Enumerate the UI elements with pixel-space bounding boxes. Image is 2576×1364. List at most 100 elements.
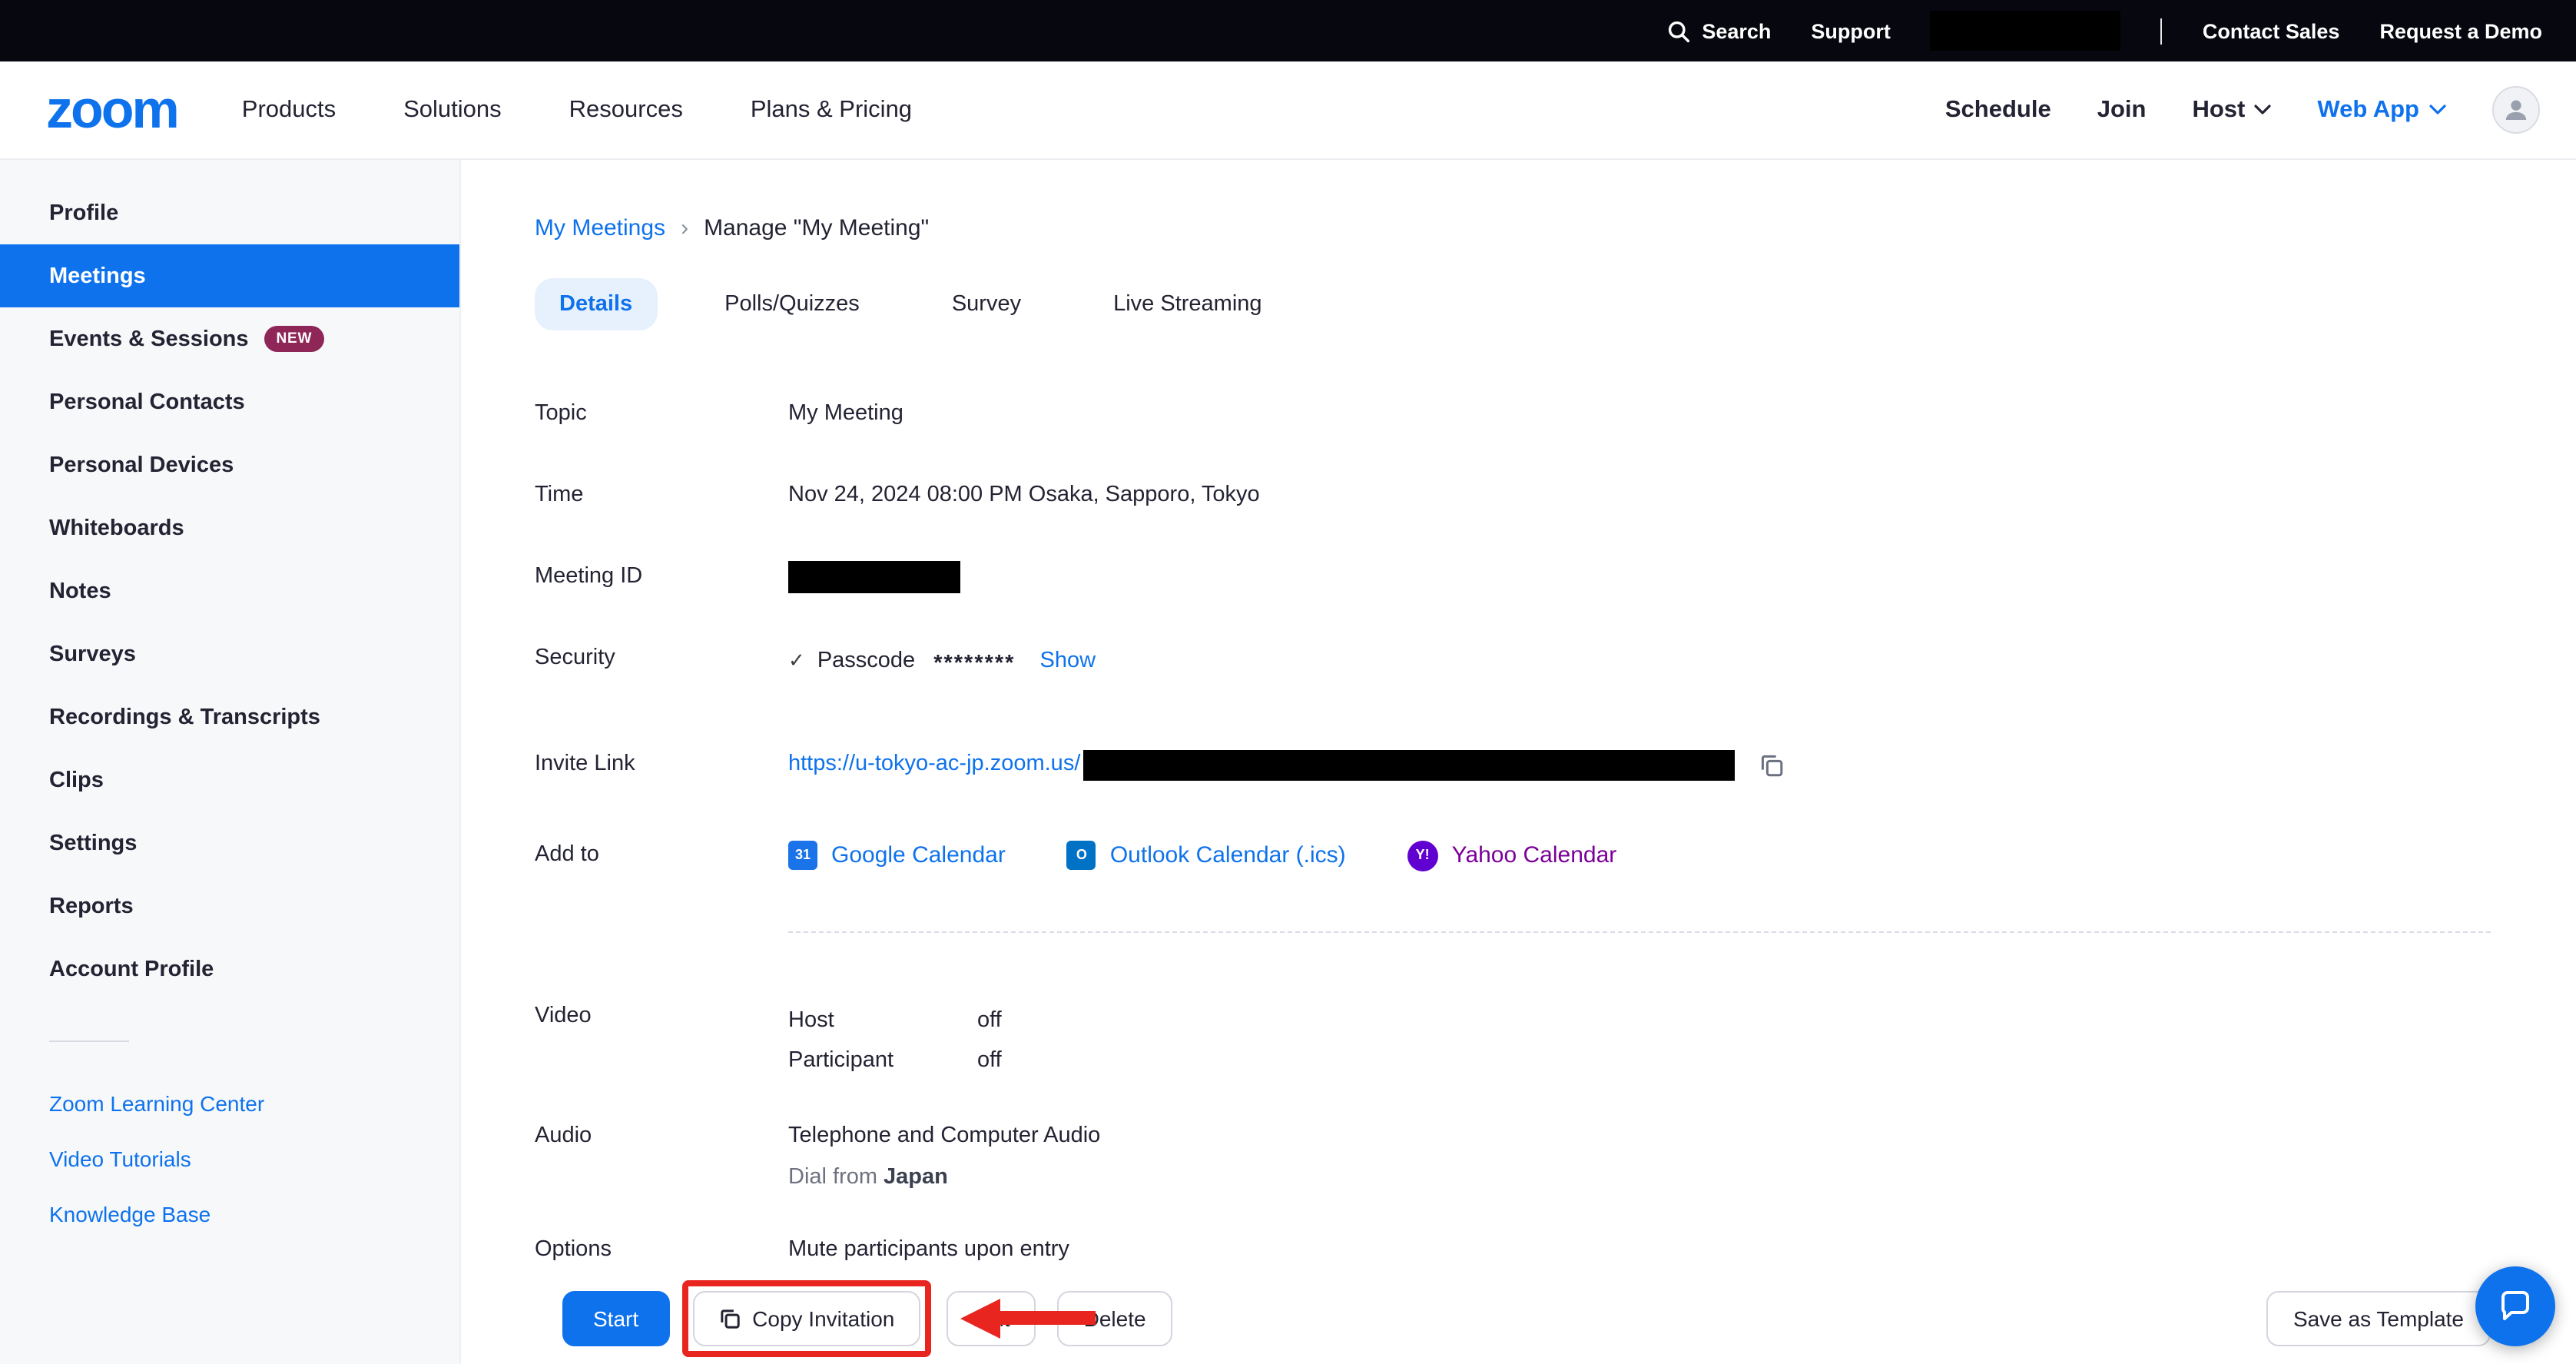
dial-from-label: Dial from: [788, 1165, 877, 1190]
page: Search Support Contact Sales Request a D…: [0, 0, 2576, 1364]
sidebar-item-label: Notes: [49, 579, 111, 603]
tab-details[interactable]: Details: [535, 278, 657, 330]
dial-from-country: Japan: [884, 1165, 948, 1190]
time-label: Time: [535, 480, 788, 512]
main-content: My Meetings › Manage "My Meeting" Detail…: [461, 160, 2576, 1364]
request-demo-link[interactable]: Request a Demo: [2379, 19, 2542, 42]
copy-invite-link-icon[interactable]: [1759, 752, 1784, 777]
options-value: Mute participants upon entry: [788, 1234, 1069, 1266]
audio-label: Audio: [535, 1120, 788, 1153]
sidebar-link-video-tutorials[interactable]: Video Tutorials: [0, 1131, 459, 1186]
user-icon: [2501, 95, 2530, 124]
search-label: Search: [1702, 19, 1771, 42]
tab-live-streaming[interactable]: Live Streaming: [1089, 278, 1286, 330]
yahoo-calendar-link[interactable]: Y! Yahoo Calendar: [1407, 839, 1617, 873]
sidebar-item-whiteboards[interactable]: Whiteboards: [0, 496, 459, 559]
sidebar-item-personal-contacts[interactable]: Personal Contacts: [0, 370, 459, 433]
video-host-label: Host: [788, 1001, 977, 1040]
video-host-value: off: [977, 1001, 1002, 1040]
host-menu[interactable]: Host: [2192, 96, 2271, 124]
sidebar-item-label: Settings: [49, 831, 137, 855]
topic-value: My Meeting: [788, 398, 903, 430]
avatar[interactable]: [2491, 86, 2539, 134]
sidebar-link-knowledge-base[interactable]: Knowledge Base: [0, 1186, 459, 1242]
show-passcode-link[interactable]: Show: [1040, 645, 1096, 678]
action-bar: Start Copy Invitation Edit Delete Save a…: [461, 1272, 2576, 1364]
sidebar-item-label: Account Profile: [49, 957, 214, 981]
topic-label: Topic: [535, 398, 788, 430]
support-link[interactable]: Support: [1811, 19, 1891, 42]
google-calendar-icon: 31: [788, 841, 817, 871]
check-icon: ✓: [788, 647, 805, 676]
copy-invitation-button[interactable]: Copy Invitation: [692, 1290, 920, 1346]
schedule-link[interactable]: Schedule: [1945, 96, 2051, 124]
sidebar-item-surveys[interactable]: Surveys: [0, 622, 459, 685]
sidebar-item-notes[interactable]: Notes: [0, 559, 459, 622]
nav-products[interactable]: Products: [242, 96, 336, 124]
breadcrumb-my-meetings[interactable]: My Meetings: [535, 215, 665, 241]
nav-plans-pricing[interactable]: Plans & Pricing: [751, 96, 912, 124]
sidebar: Profile Meetings Events & Sessions NEW P…: [0, 160, 461, 1364]
meeting-id-label: Meeting ID: [535, 561, 788, 593]
sidebar-item-account-profile[interactable]: Account Profile: [0, 938, 459, 1001]
start-button[interactable]: Start: [562, 1290, 669, 1346]
sidebar-item-recordings-transcripts[interactable]: Recordings & Transcripts: [0, 685, 459, 748]
sidebar-item-meetings[interactable]: Meetings: [0, 244, 459, 307]
top-utility-bar: Search Support Contact Sales Request a D…: [0, 0, 2576, 61]
nav-resources[interactable]: Resources: [569, 96, 683, 124]
chat-bubble-icon: [2496, 1287, 2533, 1324]
sidebar-item-label: Surveys: [49, 642, 136, 666]
sidebar-item-personal-devices[interactable]: Personal Devices: [0, 433, 459, 496]
contact-sales-link[interactable]: Contact Sales: [2203, 19, 2340, 42]
meeting-id-row: Meeting ID: [535, 561, 2490, 593]
outlook-calendar-link[interactable]: O Outlook Calendar (.ics): [1067, 839, 1346, 873]
google-calendar-link[interactable]: 31 Google Calendar: [788, 839, 1006, 873]
arrow-shaft: [1000, 1311, 1096, 1325]
invite-url[interactable]: https://u-tokyo-ac-jp.zoom.us/: [788, 748, 1080, 781]
sidebar-item-label: Personal Contacts: [49, 390, 245, 414]
web-app-menu[interactable]: Web App: [2317, 96, 2445, 124]
sidebar-item-label: Personal Devices: [49, 453, 234, 477]
meeting-details: Topic My Meeting Time Nov 24, 2024 08:00…: [535, 398, 2490, 1266]
audio-row: Audio Telephone and Computer Audio Dial …: [535, 1120, 2490, 1194]
passcode-mask: ********: [933, 642, 1015, 681]
sidebar-item-events-sessions[interactable]: Events & Sessions NEW: [0, 307, 459, 370]
outlook-calendar-icon: O: [1067, 841, 1096, 871]
yahoo-calendar-icon: Y!: [1407, 841, 1438, 871]
zoom-logo[interactable]: zoom: [46, 83, 177, 137]
passcode-label: Passcode: [817, 645, 915, 678]
main-nav: Products Solutions Resources Plans & Pri…: [242, 96, 912, 124]
invite-link-label: Invite Link: [535, 748, 788, 781]
sidebar-item-clips[interactable]: Clips: [0, 748, 459, 811]
tab-survey[interactable]: Survey: [927, 278, 1046, 330]
tab-bar: Details Polls/Quizzes Survey Live Stream…: [535, 278, 2490, 330]
time-value: Nov 24, 2024 08:00 PM Osaka, Sapporo, To…: [788, 480, 1260, 512]
sidebar-item-label: Whiteboards: [49, 516, 184, 540]
annotation-arrow: [960, 1298, 1096, 1338]
web-app-label: Web App: [2317, 96, 2419, 124]
chat-fab-button[interactable]: [2475, 1266, 2554, 1346]
sidebar-item-settings[interactable]: Settings: [0, 811, 459, 874]
sidebar-item-profile[interactable]: Profile: [0, 181, 459, 244]
header-actions: Schedule Join Host Web App: [1945, 86, 2539, 134]
sidebar-item-label: Meetings: [49, 264, 146, 288]
outlook-calendar-label: Outlook Calendar (.ics): [1110, 839, 1346, 873]
section-divider: [788, 931, 2490, 933]
video-label: Video: [535, 1001, 788, 1033]
redacted-invite-link: [1083, 749, 1735, 780]
annotation-highlight-box: Copy Invitation: [681, 1279, 931, 1356]
sidebar-link-zoom-learning-center[interactable]: Zoom Learning Center: [0, 1076, 459, 1131]
save-as-template-button[interactable]: Save as Template: [2267, 1290, 2490, 1346]
nav-solutions[interactable]: Solutions: [403, 96, 502, 124]
google-calendar-label: Google Calendar: [831, 839, 1006, 873]
search-button[interactable]: Search: [1666, 19, 1771, 42]
sidebar-divider: [49, 1040, 129, 1042]
chevron-down-icon: [2254, 105, 2271, 115]
add-to-label: Add to: [535, 839, 788, 871]
video-row: Video Host off Participant off: [535, 1001, 2490, 1080]
sidebar-item-reports[interactable]: Reports: [0, 874, 459, 938]
join-link[interactable]: Join: [2097, 96, 2147, 124]
tab-polls-quizzes[interactable]: Polls/Quizzes: [700, 278, 884, 330]
invite-link-row: Invite Link https://u-tokyo-ac-jp.zoom.u…: [535, 748, 2490, 781]
host-label: Host: [2192, 96, 2245, 124]
